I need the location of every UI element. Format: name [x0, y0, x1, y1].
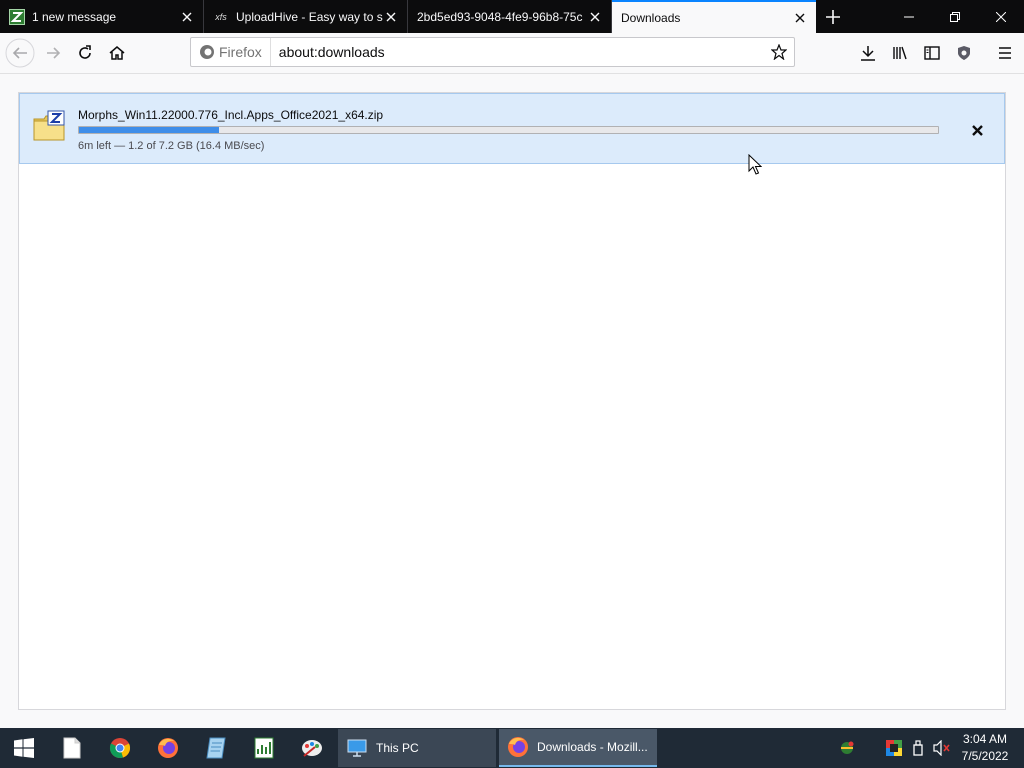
window-controls: [886, 0, 1024, 33]
clock-time: 3:04 AM: [962, 732, 1008, 746]
close-window-button[interactable]: [978, 0, 1024, 33]
close-icon[interactable]: [179, 9, 195, 25]
sidebar-icon: [924, 46, 940, 60]
tab-new-message[interactable]: 1 new message: [0, 0, 204, 33]
library-button[interactable]: [884, 37, 916, 69]
reload-icon: [79, 45, 91, 59]
tab-title: 2bd5ed93-9048-4fe9-96b8-75c: [417, 9, 583, 24]
restore-icon: [950, 11, 960, 22]
home-icon: [109, 46, 125, 60]
taskbar: This PC Downloads - Mozill... 3:04 AM 7/…: [0, 728, 1024, 768]
close-icon: [996, 11, 1006, 22]
tab-title: Downloads: [621, 10, 681, 25]
identity-box[interactable]: Firefox: [191, 38, 271, 66]
windows-logo-icon: [14, 738, 34, 758]
start-button[interactable]: [0, 728, 48, 768]
taskbar-app-label: Downloads - Mozill...: [537, 740, 648, 754]
back-arrow-icon: [5, 38, 35, 68]
ublock-shield-icon: [958, 46, 970, 60]
new-tab-button[interactable]: [816, 0, 850, 33]
forward-button[interactable]: [37, 37, 69, 69]
reload-button[interactable]: [69, 37, 101, 69]
plus-icon: [826, 9, 840, 24]
identity-label: Firefox: [219, 44, 262, 60]
download-item[interactable]: Morphs_Win11.22000.776_Incl.Apps_Office2…: [19, 93, 1005, 164]
tray-color-app-icon[interactable]: [882, 728, 906, 768]
usb-drive-icon[interactable]: [906, 728, 930, 768]
clock-date: 7/5/2022: [961, 749, 1009, 763]
star-icon: [771, 44, 787, 60]
taskbar-notepad-button[interactable]: [192, 728, 240, 768]
downloads-list: Morphs_Win11.22000.776_Incl.Apps_Office2…: [18, 92, 1006, 710]
zip-file-icon: [33, 110, 67, 144]
forward-arrow-icon: [47, 47, 61, 59]
tab-downloads[interactable]: Downloads: [612, 0, 816, 33]
cancel-download-button[interactable]: [965, 118, 989, 142]
tab-title: 1 new message: [32, 9, 117, 24]
url-input[interactable]: about:downloads: [271, 44, 764, 60]
download-progress-bar: [78, 126, 939, 134]
tab-strip: 1 new message xfs UploadHive - Easy way …: [0, 0, 1024, 33]
taskbar-firefox-pinned-button[interactable]: [144, 728, 192, 768]
close-icon[interactable]: [383, 9, 399, 25]
volume-muted-icon[interactable]: [930, 728, 954, 768]
xfs-icon: xfs: [215, 11, 227, 22]
ublock-button[interactable]: [948, 37, 980, 69]
tab-guid[interactable]: 2bd5ed93-9048-4fe9-96b8-75c: [408, 0, 612, 33]
show-desktop-button[interactable]: [1016, 728, 1024, 768]
taskbar-firefox-downloads[interactable]: Downloads - Mozill...: [499, 729, 657, 767]
chrome-icon: [109, 738, 131, 758]
close-icon[interactable]: [587, 9, 603, 25]
spreadsheet-icon: [254, 737, 274, 759]
tray-spacer: [862, 728, 882, 768]
mouse-cursor-icon: [748, 153, 763, 179]
taskbar-file-button[interactable]: [48, 728, 96, 768]
z-mail-icon: [9, 8, 25, 25]
notepad-icon: [206, 737, 226, 759]
close-icon: [971, 124, 983, 136]
blank-document-icon: [63, 737, 81, 759]
taskbar-paint-button[interactable]: [288, 728, 336, 768]
tray-network-app-icon[interactable]: [832, 728, 862, 768]
taskbar-app-label: This PC: [376, 741, 419, 755]
home-button[interactable]: [101, 37, 133, 69]
close-icon[interactable]: [792, 10, 808, 26]
firefox-icon: [158, 738, 178, 758]
downloads-button[interactable]: [852, 37, 884, 69]
restore-button[interactable]: [932, 0, 978, 33]
tab-title: UploadHive - Easy way to s: [236, 9, 383, 24]
download-status: 6m left — 1.2 of 7.2 GB (16.4 MB/sec): [78, 140, 265, 152]
tab-uploadhive[interactable]: xfs UploadHive - Easy way to s: [204, 0, 408, 33]
sidebar-button[interactable]: [916, 37, 948, 69]
library-icon: [893, 46, 907, 60]
download-progress-fill: [79, 127, 220, 133]
taskbar-spreadsheet-button[interactable]: [240, 728, 288, 768]
computer-icon: [346, 738, 368, 758]
minimize-button[interactable]: [886, 0, 932, 33]
menu-button[interactable]: [989, 37, 1021, 69]
taskbar-chrome-button[interactable]: [96, 728, 144, 768]
url-bar[interactable]: Firefox about:downloads: [190, 37, 795, 67]
download-arrow-icon: [861, 46, 875, 61]
firefox-identity-icon: [200, 45, 214, 59]
navigation-toolbar: Firefox about:downloads: [0, 33, 1024, 74]
taskbar-this-pc[interactable]: This PC: [338, 729, 496, 767]
paint-palette-icon: [302, 740, 322, 757]
hamburger-menu-icon: [999, 47, 1011, 59]
download-filename: Morphs_Win11.22000.776_Incl.Apps_Office2…: [78, 108, 384, 122]
back-button[interactable]: [4, 37, 36, 69]
minimize-icon: [904, 16, 914, 17]
taskbar-clock[interactable]: 3:04 AM 7/5/2022: [954, 731, 1016, 765]
firefox-icon: [507, 736, 529, 758]
bookmark-star-button[interactable]: [764, 44, 794, 60]
system-tray: 3:04 AM 7/5/2022: [832, 728, 1024, 768]
